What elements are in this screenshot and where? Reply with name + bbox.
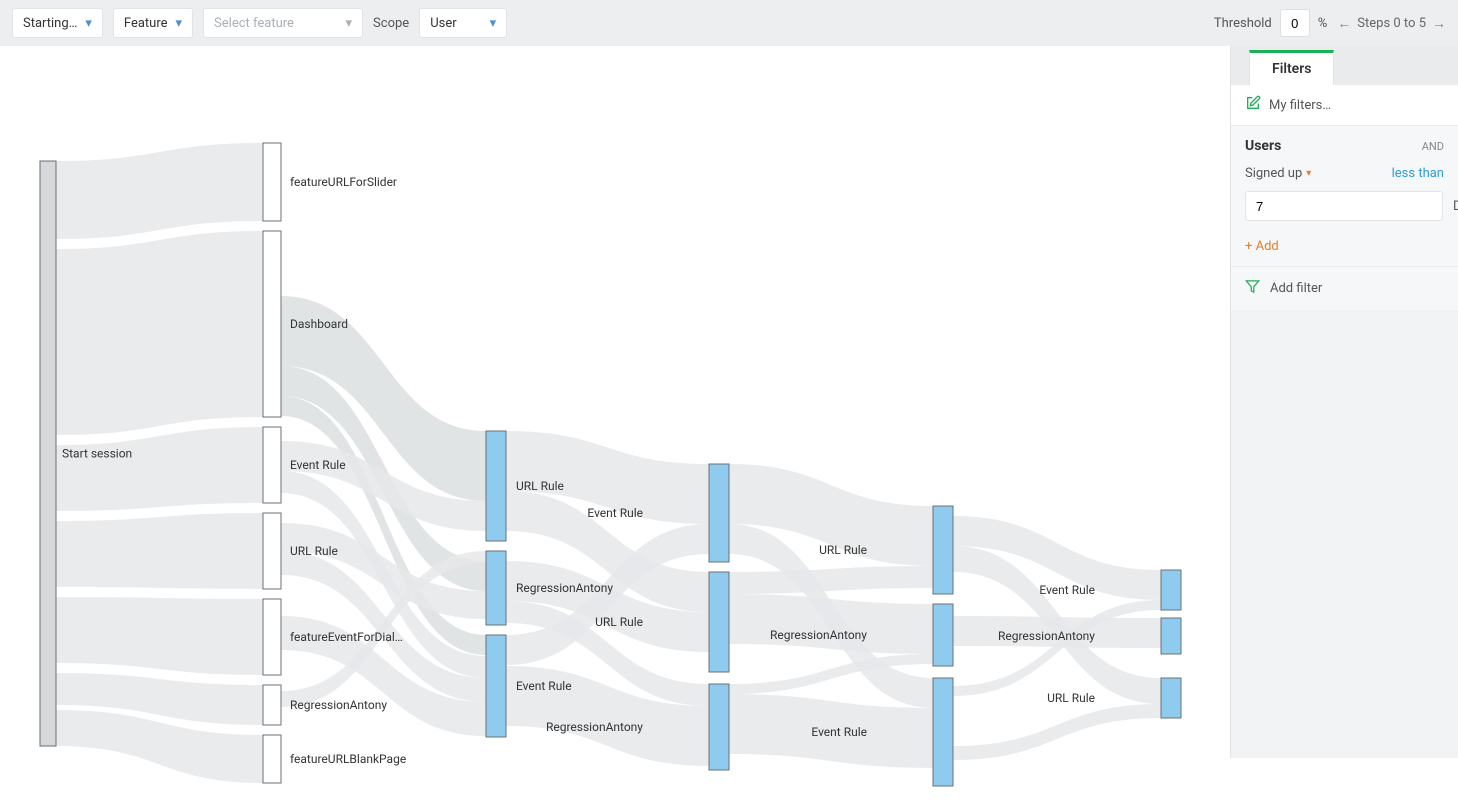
sankey-link[interactable] (729, 594, 933, 654)
feature-type-label: Feature (124, 16, 168, 31)
tab-filters[interactable]: Filters (1249, 50, 1334, 85)
users-section-title: Users (1245, 138, 1281, 154)
sankey-node-label: featureEventForDial… (290, 630, 403, 644)
threshold-input[interactable] (1280, 9, 1310, 37)
scope-dropdown[interactable]: User ▾ (419, 8, 507, 38)
sankey-node[interactable] (486, 551, 506, 625)
starting-dropdown[interactable]: Starting… ▾ (12, 8, 103, 38)
comparator-select[interactable]: less than (1392, 166, 1444, 181)
sankey-chart: Start session featureURLForSlider Dashboar… (0, 46, 1230, 758)
sankey-node-label: Event Rule (811, 725, 867, 739)
sankey-node-label: RegressionAntony (516, 581, 613, 595)
arrow-right-icon[interactable]: → (1432, 15, 1446, 32)
top-toolbar: Starting… ▾ Feature ▾ Select feature ▾ S… (0, 0, 1458, 46)
sankey-node[interactable] (486, 431, 506, 541)
add-filter-label: Add filter (1270, 281, 1322, 296)
starting-label: Starting… (23, 16, 77, 31)
sankey-link[interactable] (953, 704, 1161, 760)
sankey-node-label: RegressionAntony (770, 628, 867, 642)
sankey-node[interactable] (933, 604, 953, 666)
chevron-down-icon: ▾ (490, 16, 497, 31)
sankey-node-label: Start session (62, 447, 132, 461)
chevron-down-icon: ▾ (346, 16, 353, 31)
sankey-node[interactable] (263, 143, 281, 221)
sankey-node-label: URL Rule (516, 479, 564, 493)
select-feature-placeholder: Select feature (214, 16, 294, 31)
sankey-node-label: Dashboard (290, 317, 348, 331)
chevron-down-icon: ▾ (176, 16, 183, 31)
sankey-node[interactable] (40, 161, 56, 746)
sankey-link[interactable] (56, 143, 263, 239)
sankey-node-label: URL Rule (290, 544, 338, 558)
sankey-node[interactable] (1161, 678, 1181, 718)
feature-type-dropdown[interactable]: Feature ▾ (113, 8, 193, 38)
threshold-label: Threshold (1214, 16, 1272, 31)
sankey-node-label: RegressionAntony (998, 629, 1095, 643)
select-feature-dropdown[interactable]: Select feature ▾ (203, 8, 363, 38)
sankey-node-label: Event Rule (516, 679, 572, 693)
sankey-node-label: URL Rule (819, 543, 867, 557)
sankey-node[interactable] (486, 635, 506, 737)
sankey-link[interactable] (729, 566, 933, 594)
add-filter-button[interactable]: Add filter (1231, 266, 1458, 310)
days-unit-label: Days (1453, 199, 1458, 214)
steps-range-label: Steps 0 to 5 (1357, 16, 1426, 31)
signedup-field-select[interactable]: Signed up ▾ (1245, 166, 1311, 181)
sankey-link[interactable] (56, 427, 263, 511)
sankey-node-label: URL Rule (595, 615, 643, 629)
sankey-node-label: Event Rule (1039, 583, 1095, 597)
add-condition-button[interactable]: + Add (1231, 233, 1458, 266)
sankey-node[interactable] (263, 735, 281, 783)
sankey-node[interactable] (263, 427, 281, 503)
sankey-node[interactable] (263, 231, 281, 417)
filters-panel: Filters My filters… Users AND Signed up … (1230, 46, 1458, 758)
panel-tabs: Filters (1231, 46, 1458, 85)
arrow-left-icon[interactable]: ← (1337, 15, 1351, 32)
sankey-node-label: RegressionAntony (546, 720, 643, 734)
sankey-node-label: Event Rule (587, 506, 643, 520)
scope-value: User (430, 16, 456, 31)
sankey-link[interactable] (56, 597, 263, 675)
sankey-node[interactable] (709, 684, 729, 770)
sankey-node-label: featureURLForSlider (290, 175, 397, 189)
threshold-control: Threshold % (1214, 9, 1327, 37)
chevron-down-icon: ▾ (85, 16, 92, 31)
sankey-node[interactable] (263, 599, 281, 675)
sankey-link[interactable] (56, 231, 263, 435)
sankey-node[interactable] (1161, 570, 1181, 610)
step-navigation: ← Steps 0 to 5 → (1337, 15, 1446, 32)
sankey-node-label: URL Rule (1047, 691, 1095, 705)
sankey-node[interactable] (933, 678, 953, 786)
sankey-node[interactable] (709, 464, 729, 562)
users-combinator: AND (1422, 140, 1444, 153)
days-input[interactable] (1245, 191, 1443, 221)
edit-icon (1245, 95, 1261, 115)
sankey-node[interactable] (933, 506, 953, 594)
threshold-pct: % (1318, 16, 1328, 31)
sankey-node-label: Event Rule (290, 458, 346, 472)
sankey-node[interactable] (263, 685, 281, 725)
my-filters-button[interactable]: My filters… (1245, 95, 1444, 115)
filter-icon (1245, 279, 1260, 298)
my-filters-label: My filters… (1269, 98, 1331, 113)
chevron-down-icon: ▾ (1306, 168, 1311, 179)
sankey-node[interactable] (709, 572, 729, 672)
sankey-node-label: RegressionAntony (290, 698, 387, 712)
sankey-node-label: featureURLBlankPage (290, 752, 406, 766)
sankey-link[interactable] (56, 513, 263, 589)
sankey-node[interactable] (263, 513, 281, 589)
scope-label: Scope (373, 16, 409, 31)
sankey-node[interactable] (1161, 618, 1181, 654)
